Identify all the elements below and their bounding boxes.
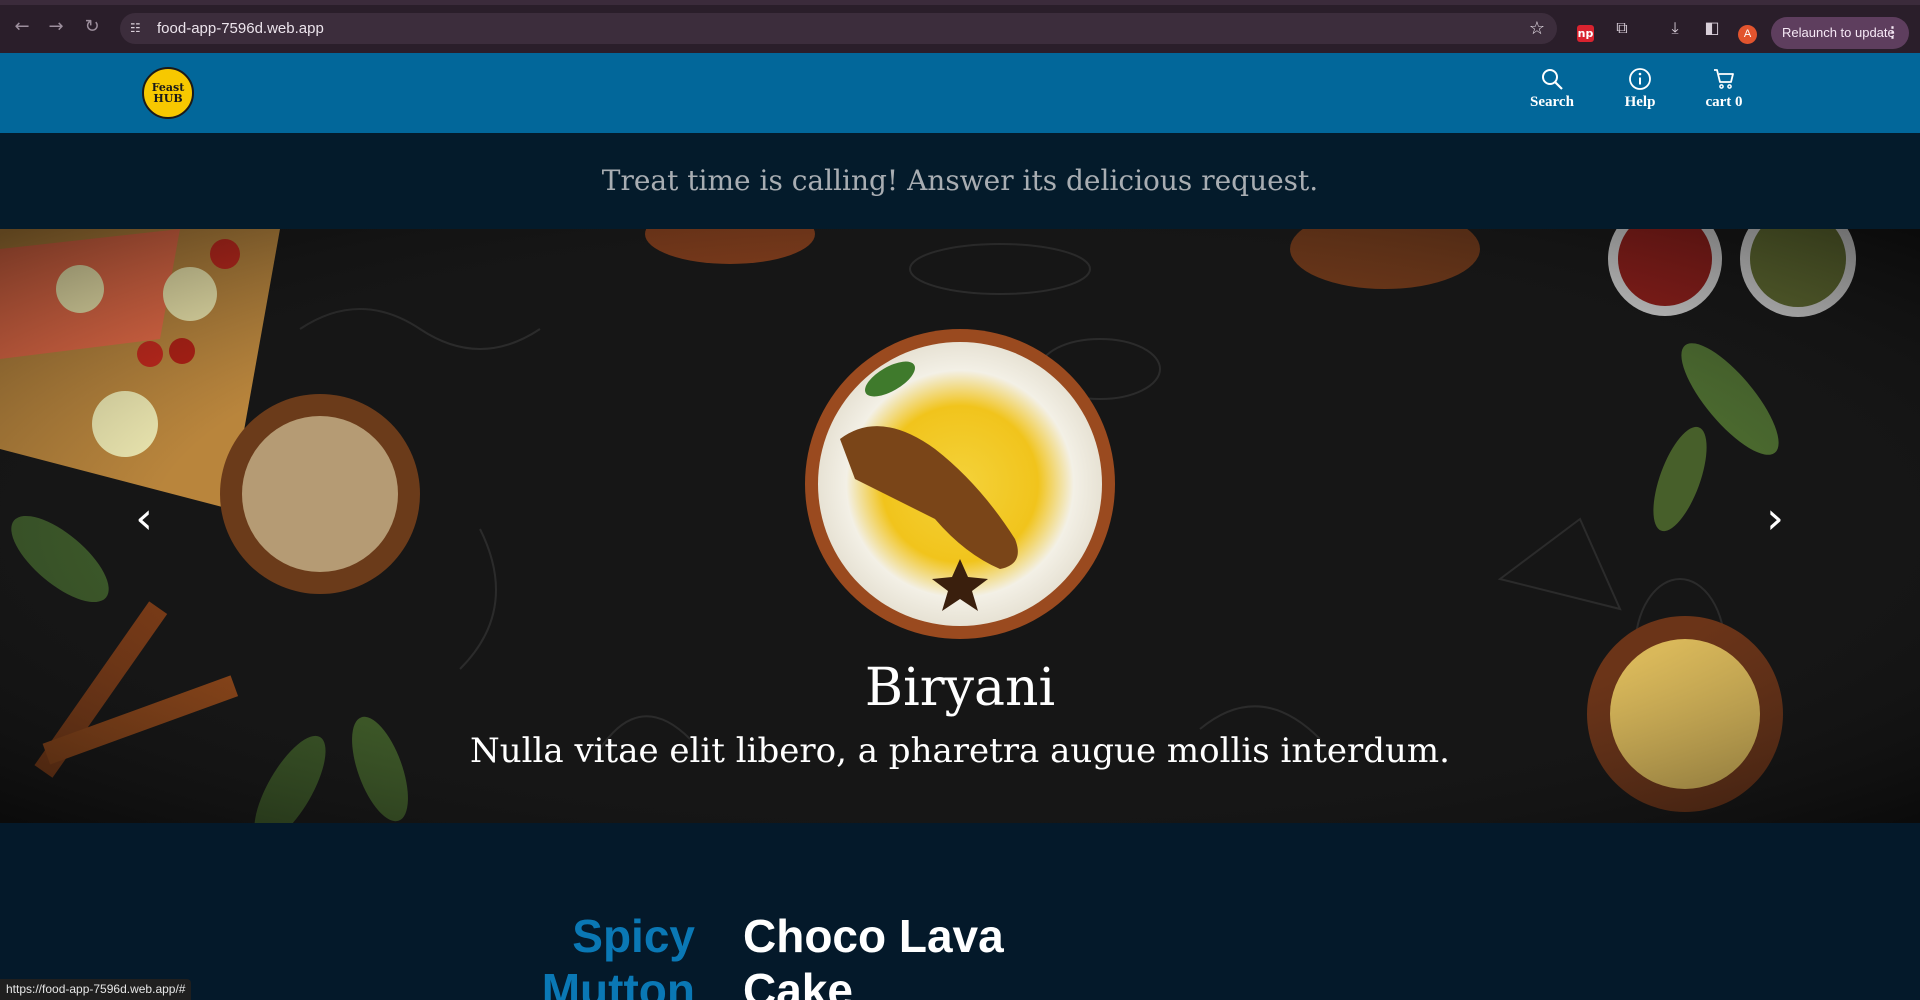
cart-icon: [1700, 67, 1748, 93]
slide-subtitle: Nulla vitae elit libero, a pharetra augu…: [470, 731, 1450, 771]
menu-item-spicy-mutton-line2: Mutton: [541, 964, 695, 1000]
hero-carousel: ‹ › Biryani Nulla vitae elit libero, a p…: [0, 229, 1920, 823]
menu-item-spicy-mutton-line1: Spicy: [572, 910, 695, 962]
more-menu-icon[interactable]: ⋮: [1885, 17, 1900, 49]
extension-np-icon[interactable]: np: [1577, 25, 1594, 42]
address-bar[interactable]: ☷ food-app-7596d.web.app ☆: [120, 13, 1557, 44]
menu-item-choco-lava-cake[interactable]: Choco Lava Cake: [743, 909, 1143, 1000]
browser-toolbar: ← → ↻ ☷ food-app-7596d.web.app ☆ np ⧉ ⤓ …: [0, 0, 1920, 53]
search-icon: [1525, 67, 1579, 93]
menu-section: Spicy Mutton Choco Lava Cake: [0, 823, 1920, 1000]
feast-hub-logo[interactable]: Feast HUB: [142, 67, 194, 119]
nav-cart-label: cart 0: [1705, 94, 1743, 110]
profile-avatar[interactable]: A: [1738, 25, 1757, 44]
download-icon[interactable]: ⤓: [1665, 18, 1685, 38]
carousel-next-button[interactable]: ›: [1760, 497, 1790, 541]
nav-cart[interactable]: cart 0: [1700, 67, 1748, 111]
nav-search[interactable]: Search: [1525, 67, 1579, 111]
logo-line2: HUB: [153, 92, 183, 105]
site-header: Feast HUB Search Help cart 0: [0, 53, 1920, 133]
menu-item-spicy-mutton[interactable]: Spicy Mutton: [420, 909, 695, 1000]
nav-help-label: Help: [1624, 94, 1656, 110]
extensions-puzzle-icon[interactable]: ⧉: [1612, 18, 1632, 38]
forward-icon[interactable]: →: [46, 17, 66, 37]
nav-help[interactable]: Help: [1618, 67, 1662, 111]
menu-item-choco-lava-cake-line1: Choco Lava: [743, 910, 1004, 962]
link-status-bar: https://food-app-7596d.web.app/#: [0, 979, 192, 1000]
tagline-band: Treat time is calling! Answer its delici…: [0, 133, 1920, 229]
side-panel-icon[interactable]: ◧: [1702, 18, 1722, 38]
tagline-text: Treat time is calling! Answer its delici…: [601, 164, 1319, 197]
site-info-icon[interactable]: ☷: [130, 21, 146, 35]
bookmark-star-icon[interactable]: ☆: [1529, 18, 1545, 39]
menu-item-choco-lava-cake-line2: Cake: [743, 964, 853, 1000]
slide-title: Biryani: [864, 658, 1056, 718]
reload-icon[interactable]: ↻: [82, 17, 102, 37]
info-icon: [1618, 67, 1662, 93]
relaunch-label: Relaunch to update: [1782, 25, 1895, 40]
relaunch-to-update-button[interactable]: Relaunch to update ⋮: [1771, 17, 1909, 49]
address-url[interactable]: food-app-7596d.web.app: [157, 20, 324, 37]
nav-search-label: Search: [1530, 94, 1574, 110]
carousel-prev-button[interactable]: ‹: [129, 497, 159, 541]
back-icon[interactable]: ←: [12, 17, 32, 37]
